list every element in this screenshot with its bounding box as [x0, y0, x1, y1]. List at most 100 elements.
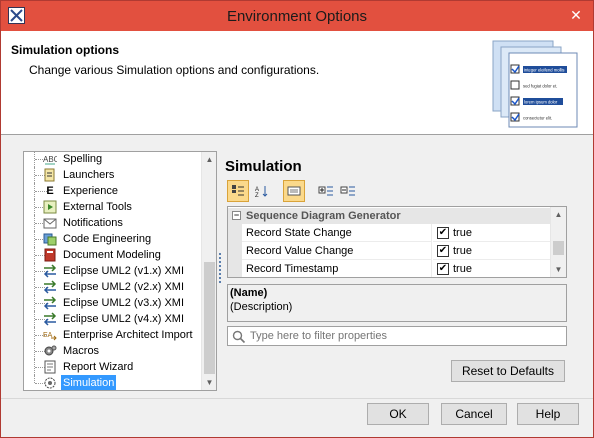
categorized-view-button[interactable]	[227, 180, 249, 202]
tree-item-notifications[interactable]: Notifications	[24, 215, 202, 231]
property-name: Record Timestamp	[242, 260, 432, 277]
tree-item-eclipse-uml2-v2[interactable]: Eclipse UML2 (v2.x) XMI	[24, 279, 202, 295]
tree-item-report-wizard[interactable]: Report Wizard	[24, 359, 202, 375]
tree-item-label: Macros	[63, 345, 100, 357]
tree-item-spelling[interactable]: ABC Spelling	[24, 152, 202, 167]
reset-to-defaults-button[interactable]: Reset to Defaults	[451, 360, 565, 382]
property-row[interactable]: Record Value Change ✔ true	[228, 242, 550, 260]
sort-az-icon: AZ	[255, 186, 268, 198]
scroll-up-arrow-icon[interactable]: ▲	[551, 207, 566, 222]
environment-options-window: Environment Options ✕ Simulation options…	[0, 0, 594, 438]
property-checkbox[interactable]: ✔	[437, 263, 449, 275]
expand-all-button[interactable]	[315, 180, 337, 202]
tree-item-label: Eclipse UML2 (v4.x) XMI	[63, 313, 185, 325]
tree-item-eclipse-uml2-v3[interactable]: Eclipse UML2 (v3.x) XMI	[24, 295, 202, 311]
tree-item-label: Launchers	[63, 169, 115, 181]
options-banner-icon: integer eleifend mollis sed fugiat dolor…	[492, 40, 578, 128]
ea-import-icon: EA	[43, 328, 57, 342]
property-row[interactable]: Record Timestamp ✔ true	[228, 260, 550, 277]
header-banner: Simulation options Change various Simula…	[1, 31, 593, 135]
footer-divider	[1, 398, 593, 399]
collapse-all-button[interactable]	[337, 180, 359, 202]
report-icon	[43, 360, 57, 374]
exchange-arrows-icon	[43, 296, 57, 310]
envelope-icon	[43, 216, 57, 230]
art-line: lorem ipsum dolor	[524, 100, 558, 105]
property-value[interactable]: ✔ true	[433, 242, 550, 260]
tree-item-experience[interactable]: E Experience	[24, 183, 202, 199]
tree-item-label: Code Engineering	[63, 233, 152, 245]
scrollbar-thumb[interactable]	[204, 262, 215, 374]
tree-item-external-tools[interactable]: External Tools	[24, 199, 202, 215]
tree-item-label: Eclipse UML2 (v2.x) XMI	[63, 281, 185, 293]
categorized-icon	[232, 185, 244, 196]
experience-icon: E	[46, 185, 54, 197]
scroll-down-arrow-icon[interactable]: ▼	[551, 262, 566, 277]
description-panel: (Name) (Description)	[227, 284, 567, 322]
tree-item-label: Enterprise Architect Import	[63, 329, 193, 341]
close-button[interactable]: ✕	[565, 5, 587, 25]
macros-gear-icon	[43, 344, 57, 358]
tree-item-label: Eclipse UML2 (v1.x) XMI	[63, 265, 185, 277]
property-checkbox[interactable]: ✔	[437, 245, 449, 257]
help-button[interactable]: Help	[517, 403, 579, 425]
category-label: Sequence Diagram Generator	[246, 210, 401, 222]
property-value[interactable]: ✔ true	[433, 260, 550, 277]
svg-text:ABC: ABC	[43, 155, 57, 164]
description-name: (Name)	[230, 287, 268, 299]
property-checkbox[interactable]: ✔	[437, 227, 449, 239]
panel-title: Simulation	[225, 158, 302, 175]
filter-box[interactable]	[227, 326, 567, 346]
sort-alphabetical-button[interactable]: AZ	[251, 180, 273, 202]
spelling-icon: ABC	[43, 152, 57, 166]
ok-button[interactable]: OK	[367, 403, 429, 425]
tree-item-label: Experience	[63, 185, 119, 197]
header-title: Simulation options	[11, 43, 119, 57]
property-category[interactable]: − Sequence Diagram Generator	[228, 208, 550, 224]
exchange-arrows-icon	[43, 312, 57, 326]
expand-all-icon	[318, 186, 333, 196]
search-icon	[232, 330, 246, 344]
tree-item-macros[interactable]: Macros	[24, 343, 202, 359]
tree-item-launchers[interactable]: Launchers	[24, 167, 202, 183]
options-tree[interactable]: ABC Spelling Launchers E Experience Exte…	[23, 151, 217, 391]
tree-scrollbar[interactable]: ▲ ▼	[201, 152, 216, 390]
tree-item-document-modeling[interactable]: Document Modeling	[24, 247, 202, 263]
svg-text:Z: Z	[255, 193, 259, 198]
property-name: Record State Change	[242, 224, 432, 242]
tree-item-code-engineering[interactable]: Code Engineering	[24, 231, 202, 247]
property-value-text: true	[453, 263, 472, 275]
expert-mode-button[interactable]	[283, 180, 305, 202]
scrollbar-thumb[interactable]	[553, 241, 564, 255]
scroll-down-arrow-icon[interactable]: ▼	[202, 375, 216, 390]
exchange-arrows-icon	[43, 280, 57, 294]
document-icon	[43, 248, 57, 262]
header-subtitle: Change various Simulation options and co…	[29, 63, 320, 77]
scroll-up-arrow-icon[interactable]: ▲	[202, 152, 216, 167]
window-title: Environment Options	[226, 8, 368, 25]
tree-item-enterprise-architect-import[interactable]: EA Enterprise Architect Import	[24, 327, 202, 343]
tree-item-label: Document Modeling	[63, 249, 161, 261]
filter-input[interactable]	[250, 329, 560, 343]
tree-item-eclipse-uml2-v1[interactable]: Eclipse UML2 (v1.x) XMI	[24, 263, 202, 279]
tree-item-label: Simulation	[61, 375, 117, 390]
splitter-handle[interactable]	[219, 253, 222, 283]
collapse-minus-icon[interactable]: −	[232, 211, 241, 220]
tree-item-simulation[interactable]: Simulation	[24, 375, 202, 390]
title-bar[interactable]: Environment Options ✕	[1, 1, 593, 31]
simulation-gear-icon	[43, 376, 57, 390]
art-line: sed fugiat dolor et.	[523, 84, 557, 89]
art-line: integer eleifend mollis	[524, 68, 565, 73]
tree-item-label: External Tools	[63, 201, 132, 213]
property-value-text: true	[453, 227, 472, 239]
property-scrollbar[interactable]: ▲ ▼	[550, 207, 566, 277]
property-row[interactable]: Record State Change ✔ true	[228, 224, 550, 242]
code-engineering-icon	[43, 232, 57, 246]
property-grid[interactable]: − Sequence Diagram Generator Record Stat…	[227, 206, 567, 278]
cancel-button[interactable]: Cancel	[441, 403, 507, 425]
external-tools-icon	[43, 200, 57, 214]
tree-item-eclipse-uml2-v4[interactable]: Eclipse UML2 (v4.x) XMI	[24, 311, 202, 327]
property-value[interactable]: ✔ true	[433, 224, 550, 242]
collapse-all-icon	[340, 186, 355, 196]
property-toolbar: AZ	[225, 180, 565, 204]
